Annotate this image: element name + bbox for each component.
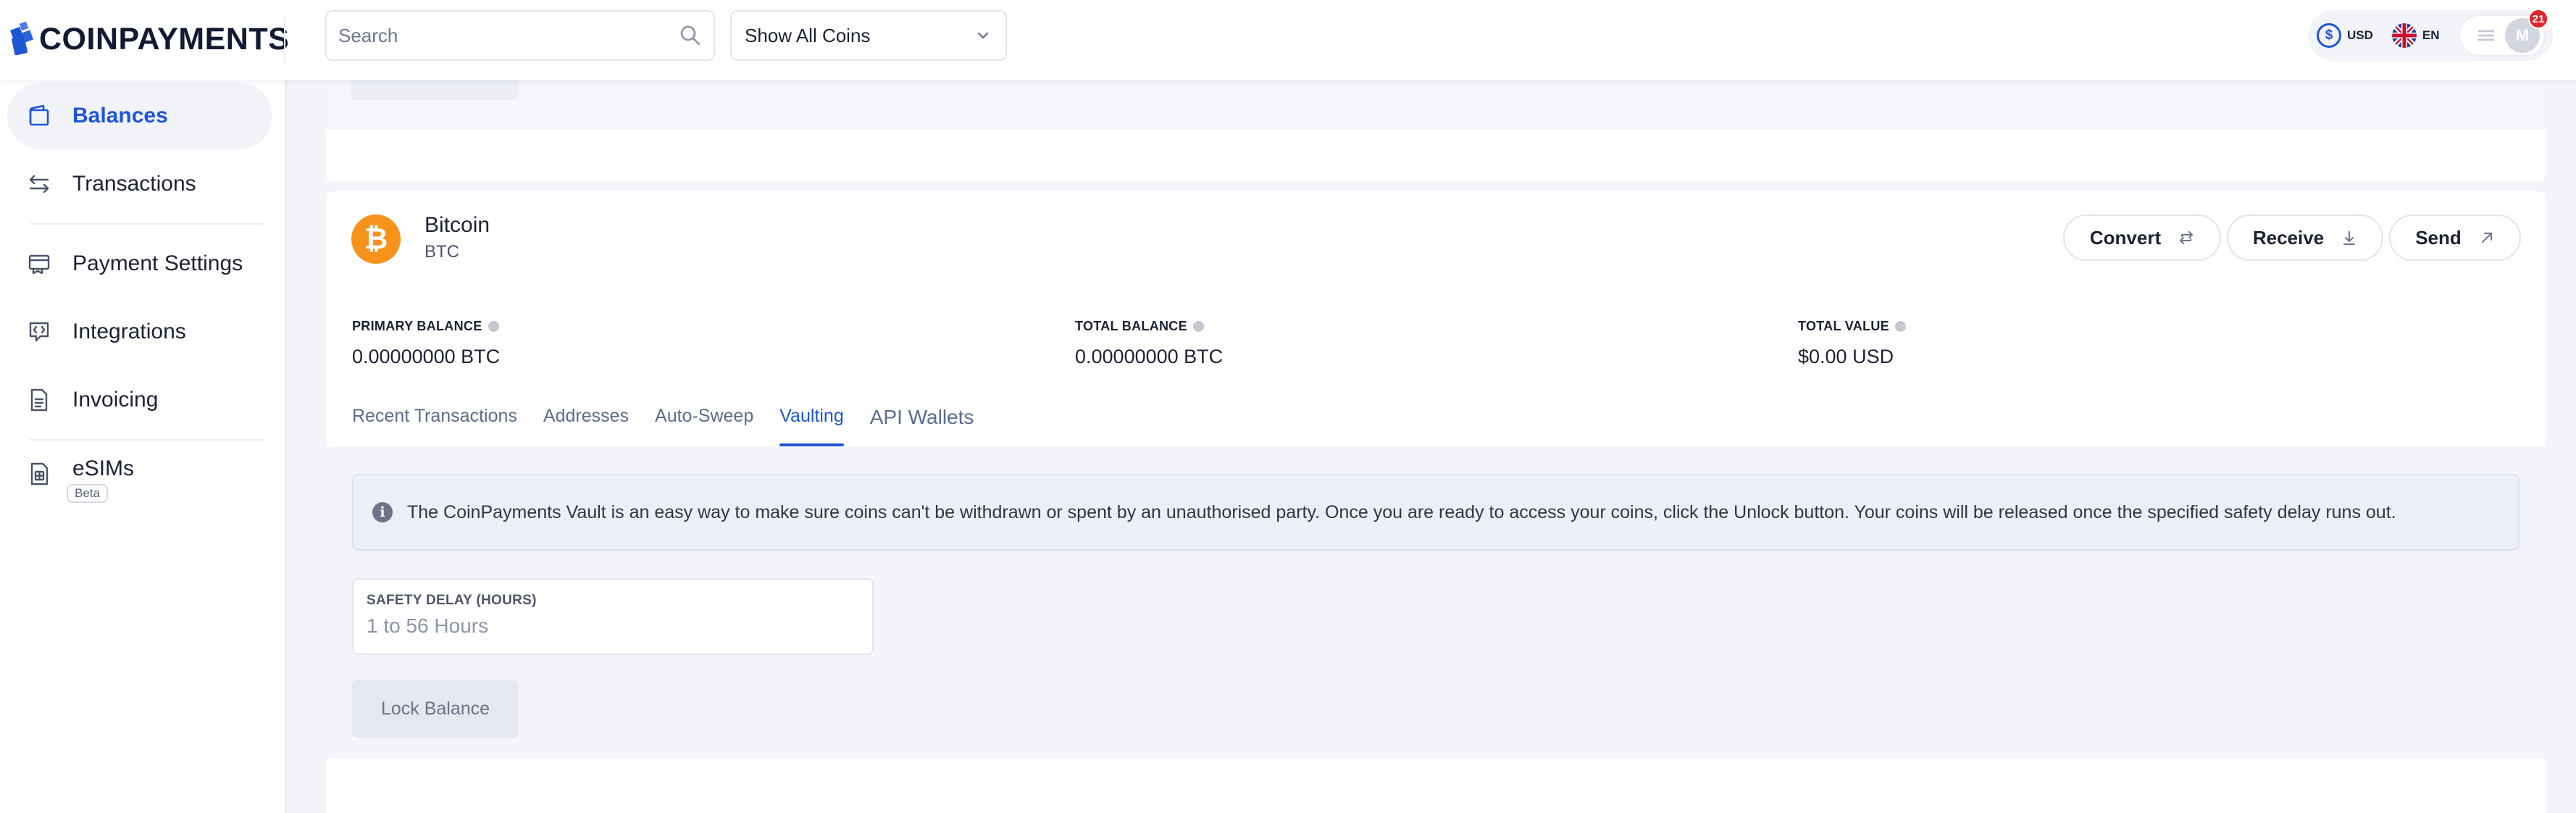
convert-arrows-icon [2180,231,2194,244]
send-label: Send [2415,226,2462,249]
send-button[interactable]: Send [2389,214,2521,261]
header-controls: $ USD EN M 21 [2308,9,2553,61]
previous-card-panel [326,80,2546,129]
convert-label: Convert [2089,226,2162,249]
bitcoin-balance-card: ₿ Bitcoin BTC Convert Receive Send PRIMA… [326,191,2546,813]
info-icon[interactable] [1894,321,1906,332]
coin-symbol: BTC [425,242,459,262]
sidebar-item-label: Balances [72,104,168,128]
invoice-icon [30,388,48,412]
receive-button[interactable]: Receive [2227,214,2383,261]
info-icon[interactable] [488,321,499,332]
coin-filter-value: Show All Coins [745,24,871,46]
primary-balance-label: PRIMARY BALANCE [352,319,500,334]
tab-addresses[interactable]: Addresses [543,406,629,446]
payment-settings-icon [28,254,50,275]
bitcoin-icon: ₿ [351,214,401,264]
previous-card-button[interactable] [351,80,519,100]
lock-balance-button[interactable]: Lock Balance [352,680,519,738]
top-header: COINPAYMENTS Show All Coins $ USD [0,0,2576,80]
arrow-up-right-icon [2481,233,2492,243]
info-circle-icon: i [372,502,393,522]
search-input[interactable] [338,24,679,47]
sidebar-item-label: Transactions [72,172,196,196]
sidebar-item-payment-settings[interactable]: Payment Settings [7,230,272,297]
total-value-label-text: TOTAL VALUE [1798,319,1889,333]
sidebar-item-label: Integrations [72,320,186,343]
convert-button[interactable]: Convert [2063,214,2221,261]
previous-coin-card [326,80,2546,181]
hamburger-menu-icon [2477,30,2494,41]
arrows-swap-icon [29,175,49,193]
notification-badge: 21 [2528,9,2548,29]
header-divider [284,16,285,64]
tab-auto-sweep[interactable]: Auto-Sweep [655,406,753,446]
tab-vaulting[interactable]: Vaulting [779,406,844,446]
sidebar: Balances Transactions Payment Settings I… [0,80,287,813]
sidebar-divider [29,223,264,225]
primary-balance-label-text: PRIMARY BALANCE [352,319,482,333]
sidebar-item-label: Payment Settings [72,251,243,275]
info-icon[interactable] [1192,321,1204,332]
search-icon[interactable] [679,24,702,47]
total-value-amount: $0.00 USD [1798,346,1894,367]
coin-tabs: Recent Transactions Addresses Auto-Sweep… [352,406,1000,446]
total-value-label: TOTAL VALUE [1798,319,1906,334]
uk-flag-icon [2391,23,2417,48]
search-box[interactable] [325,10,715,61]
sidebar-item-esims[interactable]: eSIMs [7,441,272,507]
safety-delay-label: SAFETY DELAY (HOURS) [367,593,537,608]
sidebar-item-balances[interactable]: Balances [7,83,272,149]
currency-label: USD [2347,28,2373,42]
primary-balance: PRIMARY BALANCE 0.00000000 BTC [352,319,500,368]
esim-icon [30,462,49,485]
currency-selector[interactable]: $ USD [2317,23,2373,48]
integrations-icon [29,322,49,342]
total-value: TOTAL VALUE $0.00 USD [1798,319,1906,368]
safety-delay-input[interactable] [367,614,859,638]
sidebar-item-invoicing[interactable]: Invoicing [7,367,272,433]
arrow-down-icon [2343,231,2356,245]
primary-balance-value: 0.00000000 BTC [352,346,501,367]
tab-api-wallets[interactable]: API Wallets [870,406,974,446]
dollar-icon: $ [2317,23,2341,48]
vaulting-panel: i The CoinPayments Vault is an easy way … [326,446,2546,758]
receive-label: Receive [2252,226,2325,249]
sidebar-item-label: eSIMs [72,456,135,480]
total-balance-label-text: TOTAL BALANCE [1075,319,1187,333]
vault-info-text: The CoinPayments Vault is an easy way to… [407,501,2396,522]
total-balance: TOTAL BALANCE 0.00000000 BTC [1075,319,1223,368]
vault-info-box: i The CoinPayments Vault is an easy way … [352,474,2519,551]
wallet-icon [29,104,49,126]
coin-name: Bitcoin [425,213,490,237]
sidebar-item-label: Invoicing [72,388,159,412]
sidebar-item-transactions[interactable]: Transactions [7,151,272,217]
coin-filter-select[interactable]: Show All Coins [730,10,1007,61]
sidebar-item-integrations[interactable]: Integrations [7,299,272,365]
brand-logo[interactable]: COINPAYMENTS [10,19,289,59]
total-balance-value: 0.00000000 BTC [1075,346,1224,367]
coinpayments-logo-icon [10,21,34,56]
safety-delay-field[interactable]: SAFETY DELAY (HOURS) [352,578,874,655]
beta-badge: Beta [67,484,108,503]
user-menu-button[interactable]: M 21 [2458,9,2548,57]
language-selector[interactable]: EN [2391,23,2440,48]
tab-recent-transactions[interactable]: Recent Transactions [352,406,517,446]
chevron-down-icon [977,32,989,39]
brand-name: COINPAYMENTS [39,21,290,57]
language-label: EN [2422,28,2440,42]
total-balance-label: TOTAL BALANCE [1075,319,1223,334]
